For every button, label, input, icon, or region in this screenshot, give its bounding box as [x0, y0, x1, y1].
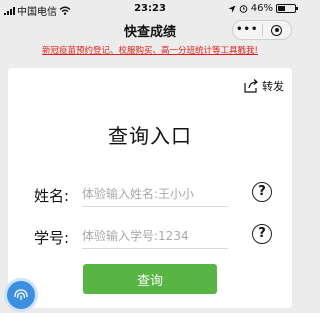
- share-label: 转发: [262, 80, 284, 93]
- card-title: 查询入口: [108, 124, 192, 148]
- name-row: 姓名: ?: [34, 180, 274, 208]
- id-row: 学号: ?: [34, 222, 274, 250]
- share-button[interactable]: 转发: [243, 78, 284, 94]
- nav-bar: 快查成绩 •••: [0, 18, 300, 42]
- status-right: 46%: [228, 3, 298, 14]
- query-button[interactable]: 查询: [83, 264, 217, 294]
- status-bar: 中国电信 23:23 46%: [0, 0, 300, 18]
- id-label: 学号:: [34, 229, 70, 247]
- fingerprint-icon: [14, 289, 28, 300]
- id-help-icon[interactable]: ?: [252, 224, 272, 244]
- battery-icon: [276, 4, 298, 13]
- query-card: 转发 查询入口 姓名: ? 学号: ? 查询: [8, 68, 292, 308]
- id-input[interactable]: [82, 224, 228, 249]
- mini-program-capsule: •••: [232, 20, 292, 40]
- location-icon: [228, 5, 236, 12]
- name-input[interactable]: [82, 182, 228, 207]
- name-label: 姓名:: [34, 187, 70, 205]
- share-icon: [244, 79, 258, 93]
- close-button[interactable]: [263, 24, 292, 36]
- alarm-icon: [239, 5, 248, 13]
- name-help-icon[interactable]: ?: [252, 182, 272, 202]
- battery-percent: 46%: [250, 3, 273, 14]
- fingerprint-button[interactable]: [4, 278, 38, 312]
- more-icon[interactable]: •••: [233, 21, 262, 39]
- close-icon: [271, 24, 283, 36]
- notice-link[interactable]: 新冠疫苗预约登记、校服购买、高一分班统计等工具戳我!: [0, 44, 300, 60]
